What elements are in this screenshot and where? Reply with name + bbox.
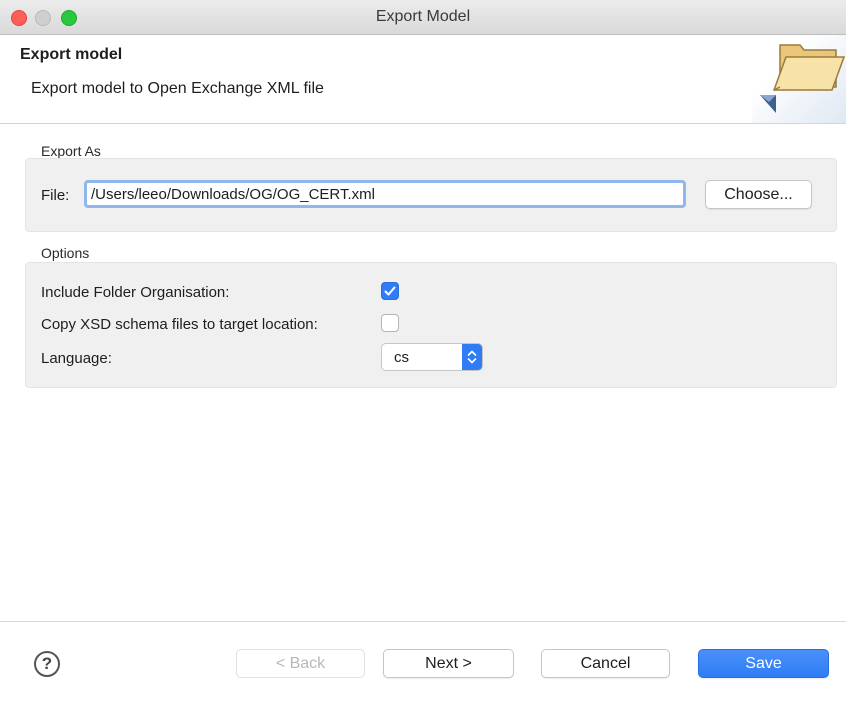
header-banner [752,35,846,123]
help-icon[interactable]: ? [34,651,60,677]
file-label: File: [41,187,70,204]
file-path-input[interactable] [84,180,686,208]
language-label: Language: [41,350,112,367]
cancel-button[interactable]: Cancel [541,649,670,678]
wizard-header: Export model Export model to Open Exchan… [0,35,846,124]
copy-xsd-label: Copy XSD schema files to target location… [41,316,318,333]
footer-separator [0,621,846,622]
options-section-label: Options [41,245,90,261]
save-button[interactable]: Save [698,649,829,678]
back-button[interactable]: < Back [236,649,365,678]
language-select-value: cs [394,349,409,366]
copy-xsd-checkbox[interactable] [381,314,399,332]
page-title: Export model [20,46,123,63]
include-folder-checkbox[interactable] [381,282,399,300]
next-button[interactable]: Next > [383,649,514,678]
choose-button[interactable]: Choose... [705,180,812,209]
checkmark-icon [384,286,396,296]
page-description: Export model to Open Exchange XML file [31,80,324,97]
folder-icon [760,44,846,113]
language-select[interactable]: cs [381,343,483,371]
include-folder-label: Include Folder Organisation: [41,284,230,301]
select-arrows-icon [462,344,482,370]
export-as-section-label: Export As [41,143,101,159]
window-title: Export Model [375,8,471,25]
window-titlebar: Export Model [0,0,846,35]
